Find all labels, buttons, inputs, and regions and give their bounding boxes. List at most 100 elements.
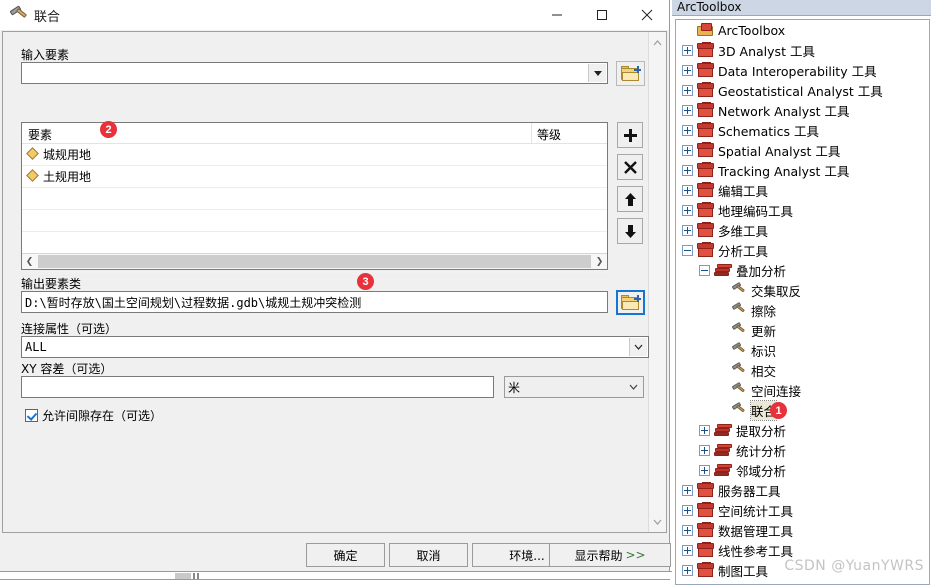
chevron-down-icon[interactable]: [588, 64, 606, 82]
chevron-down-icon[interactable]: [629, 338, 647, 356]
maximize-button[interactable]: [579, 0, 624, 30]
toolbox-item-label: 擦除: [751, 303, 777, 319]
feature-list-hscrollbar[interactable]: ❮ ❯: [22, 253, 607, 269]
add-button[interactable]: [617, 122, 643, 148]
toolbox-item[interactable]: 邻域分析: [676, 460, 929, 480]
toolbox-item[interactable]: 多维工具: [676, 220, 929, 240]
toolbox-item[interactable]: 联合: [676, 399, 929, 421]
feature-list[interactable]: 要素 等级 城规用地 土规用地 ❮ ❯: [21, 122, 608, 276]
table-row[interactable]: 土规用地: [22, 166, 607, 188]
dialog-titlebar[interactable]: 联合: [0, 0, 669, 30]
arctoolbox-panel: ArcToolbox ArcToolbox 3D Analyst 工具 Data …: [672, 0, 931, 587]
toolbox-item-label: Spatial Analyst 工具: [718, 143, 841, 159]
minimize-button[interactable]: [534, 0, 579, 30]
toolbox-item[interactable]: Tracking Analyst 工具: [676, 160, 929, 180]
toolbox-item[interactable]: 空间连接: [676, 380, 929, 400]
toolbox-icon: [697, 141, 714, 158]
toolbox-item[interactable]: Data Interoperability 工具: [676, 60, 929, 80]
column-divider[interactable]: [531, 123, 532, 143]
tree-root-arctoolbox[interactable]: ArcToolbox: [676, 20, 929, 40]
toolbox-item-label: 分析工具: [718, 243, 769, 259]
expand-plus-icon[interactable]: [682, 184, 693, 196]
gaps-allowed-checkbox-row[interactable]: 允许间隙存在（可选）: [25, 407, 162, 424]
toolbox-item[interactable]: Schematics 工具: [676, 120, 929, 140]
expand-plus-icon[interactable]: [699, 464, 710, 476]
expand-plus-icon[interactable]: [682, 524, 693, 536]
toolbox-item[interactable]: 3D Analyst 工具: [676, 40, 929, 60]
toolbox-item[interactable]: 数据管理工具: [676, 520, 929, 540]
ok-button[interactable]: 确定: [306, 543, 385, 567]
toolbox-item[interactable]: 标识: [676, 340, 929, 360]
scroll-up-icon[interactable]: [649, 34, 666, 51]
toolbox-item[interactable]: Spatial Analyst 工具: [676, 140, 929, 160]
cancel-button[interactable]: 取消: [389, 543, 468, 567]
hammer-icon: [731, 321, 747, 337]
expand-plus-icon[interactable]: [682, 64, 693, 76]
join-attributes-select[interactable]: ALL: [21, 336, 649, 358]
toolbox-item[interactable]: 空间统计工具: [676, 500, 929, 520]
table-row-empty[interactable]: [22, 210, 607, 232]
toolbox-item[interactable]: 擦除: [676, 300, 929, 320]
expand-plus-icon[interactable]: [682, 84, 693, 96]
chevron-down-icon[interactable]: [625, 378, 642, 396]
scroll-right-icon[interactable]: ❯: [592, 256, 607, 267]
toolbox-item[interactable]: 分析工具: [676, 240, 929, 260]
hscroll-thumb[interactable]: [38, 255, 591, 268]
dialog-scrollbar[interactable]: [648, 32, 666, 532]
remove-button[interactable]: [617, 154, 643, 180]
table-row-empty[interactable]: [22, 232, 607, 254]
toolbox-item[interactable]: 服务器工具: [676, 480, 929, 500]
toolset-icon: [714, 423, 732, 437]
arctoolbox-tree[interactable]: ArcToolbox 3D Analyst 工具 Data Interoperab…: [675, 19, 930, 585]
scroll-left-icon[interactable]: ❮: [22, 256, 37, 267]
xy-tolerance-unit-select[interactable]: 米: [504, 376, 644, 398]
toolbox-item[interactable]: 地理编码工具: [676, 200, 929, 220]
toolbox-item[interactable]: 更新: [676, 320, 929, 340]
expand-plus-icon[interactable]: [682, 204, 693, 216]
expand-plus-icon[interactable]: [682, 224, 693, 236]
expand-plus-icon[interactable]: [682, 564, 693, 576]
collapse-minus-icon[interactable]: [699, 264, 710, 276]
output-feature-class-browse-button[interactable]: [616, 290, 645, 315]
toolbox-item[interactable]: 交集取反: [676, 280, 929, 300]
toolbox-item[interactable]: 编辑工具: [676, 180, 929, 200]
toolbox-item[interactable]: 线性参考工具: [676, 540, 929, 560]
move-down-button[interactable]: [617, 218, 643, 244]
collapse-minus-icon[interactable]: [682, 244, 693, 256]
expand-plus-icon[interactable]: [682, 104, 693, 116]
toolbox-item[interactable]: Geostatistical Analyst 工具: [676, 80, 929, 100]
expand-plus-icon[interactable]: [682, 544, 693, 556]
scroll-down-icon[interactable]: [649, 513, 666, 530]
hammer-icon: [731, 281, 747, 297]
toolbox-item[interactable]: Network Analyst 工具: [676, 100, 929, 120]
dialog-body: 输入要素 要素 等级 城规用地 土规用地 ❮ ❯ 输出要素类 D:\暂时存放\国…: [2, 31, 667, 533]
move-up-button[interactable]: [617, 186, 643, 212]
expand-plus-icon[interactable]: [682, 144, 693, 156]
expand-plus-icon[interactable]: [699, 424, 710, 436]
xy-tolerance-input[interactable]: [21, 376, 494, 398]
toolbox-item[interactable]: 提取分析: [676, 420, 929, 440]
folder-add-icon: [621, 294, 641, 311]
output-feature-class-input[interactable]: D:\暂时存放\国土空间规划\过程数据.gdb\城规土规冲突检测: [21, 291, 608, 313]
input-features-input[interactable]: [21, 62, 608, 84]
toolbox-item[interactable]: 叠加分析: [676, 260, 929, 280]
toolbox-item[interactable]: 相交: [676, 360, 929, 380]
expand-plus-icon[interactable]: [682, 504, 693, 516]
close-button[interactable]: [624, 0, 669, 30]
table-row[interactable]: 城规用地: [22, 144, 607, 166]
join-attributes-value: ALL: [25, 340, 47, 354]
expand-plus-icon[interactable]: [682, 44, 693, 56]
expand-plus-icon[interactable]: [682, 484, 693, 496]
expand-plus-icon[interactable]: [682, 164, 693, 176]
checkbox-icon[interactable]: [25, 409, 38, 422]
toolbox-icon: [697, 181, 714, 198]
expand-plus-icon[interactable]: [682, 124, 693, 136]
column-header-rank: 等级: [537, 128, 562, 142]
table-row-empty[interactable]: [22, 188, 607, 210]
join-attributes-label: 连接属性（可选）: [21, 322, 118, 336]
input-features-browse-button[interactable]: [616, 61, 645, 86]
toolbox-item-label: Geostatistical Analyst 工具: [718, 83, 883, 99]
toolbox-item[interactable]: 统计分析: [676, 440, 929, 460]
expand-plus-icon[interactable]: [699, 444, 710, 456]
show-help-button[interactable]: 显示帮助 >>: [549, 543, 671, 567]
